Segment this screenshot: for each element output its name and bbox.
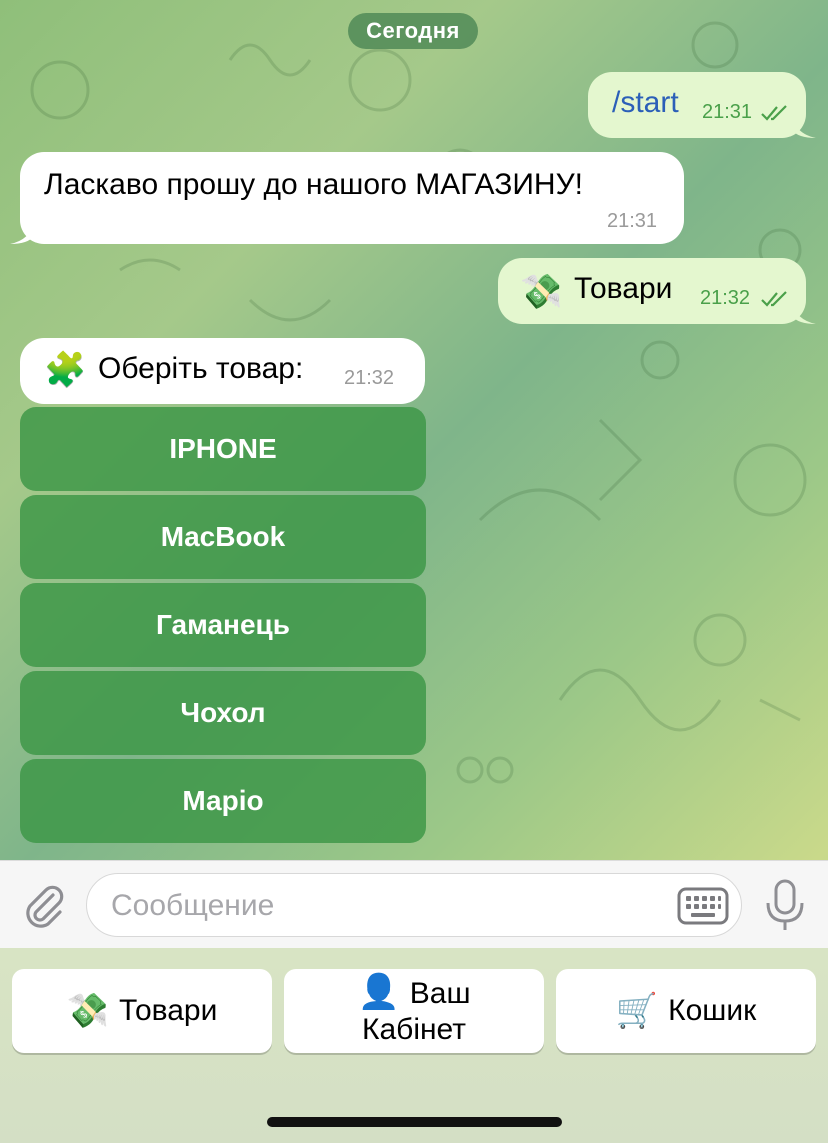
- keyboard-icon[interactable]: [677, 886, 729, 926]
- reply-button-label: Кошик: [668, 994, 757, 1027]
- chat-background: Сегодня /start 21:31 Ласкаво прошу до на…: [0, 0, 828, 860]
- reply-keyboard: 💸 Товари 👤 Ваш Кабінет 🛒 Кошик: [0, 948, 828, 1143]
- inline-button-wallet[interactable]: Гаманець: [20, 583, 426, 667]
- incoming-message[interactable]: Ласкаво прошу до нашого МАГАЗИНУ! 21:31: [20, 152, 684, 244]
- double-check-icon: [761, 291, 787, 307]
- message-input[interactable]: [111, 886, 671, 926]
- message-time: 21:31: [702, 101, 753, 123]
- double-check-icon: [761, 105, 787, 121]
- microphone-icon[interactable]: [764, 879, 806, 933]
- inline-button-iphone[interactable]: IPHONE: [20, 407, 426, 491]
- date-separator: Сегодня: [348, 13, 478, 49]
- reply-button-cart[interactable]: 🛒 Кошик: [556, 969, 816, 1053]
- paperclip-icon[interactable]: [20, 881, 68, 929]
- reply-button-goods[interactable]: 💸 Товари: [12, 969, 272, 1053]
- message-time: 21:32: [700, 287, 751, 309]
- user-silhouette-icon: 👤: [357, 973, 400, 1011]
- outgoing-message[interactable]: /start 21:31: [588, 72, 806, 138]
- composer-bar: [0, 860, 828, 948]
- puzzle-icon: 🧩: [44, 351, 87, 389]
- inline-button-case[interactable]: Чохол: [20, 671, 426, 755]
- inline-button-macbook[interactable]: MacBook: [20, 495, 426, 579]
- message-input-wrapper: [86, 873, 742, 937]
- bubble-tail: [792, 302, 816, 324]
- shopping-cart-icon: 🛒: [615, 992, 659, 1030]
- message-time: 21:32: [344, 367, 395, 389]
- message-time: 21:31: [607, 210, 658, 232]
- bubble-tail: [792, 116, 816, 138]
- message-text[interactable]: Товари: [574, 272, 672, 306]
- money-wings-icon: 💸: [520, 273, 563, 311]
- home-indicator: [267, 1117, 562, 1127]
- outgoing-message[interactable]: 💸 Товари 21:32: [498, 258, 806, 324]
- incoming-message[interactable]: 🧩 Оберіть товар: 21:32: [20, 338, 425, 404]
- inline-keyboard: IPHONE MacBook Гаманець Чохол Маріо: [20, 407, 426, 847]
- message-text[interactable]: Ласкаво прошу до нашого МАГАЗИНУ!: [44, 168, 583, 202]
- message-text[interactable]: Оберіть товар:: [98, 352, 303, 386]
- money-wings-icon: 💸: [66, 992, 109, 1030]
- inline-button-mario[interactable]: Маріо: [20, 759, 426, 843]
- reply-button-label: Товари: [118, 994, 218, 1027]
- bubble-tail: [10, 222, 34, 244]
- label-line-2: Кабінет: [361, 1013, 466, 1046]
- message-text[interactable]: /start: [612, 86, 679, 120]
- reply-button-label: 👤 Ваш Кабінет: [357, 974, 470, 1048]
- label-line-1: Ваш: [409, 977, 471, 1010]
- reply-button-cabinet[interactable]: 👤 Ваш Кабінет: [284, 969, 544, 1053]
